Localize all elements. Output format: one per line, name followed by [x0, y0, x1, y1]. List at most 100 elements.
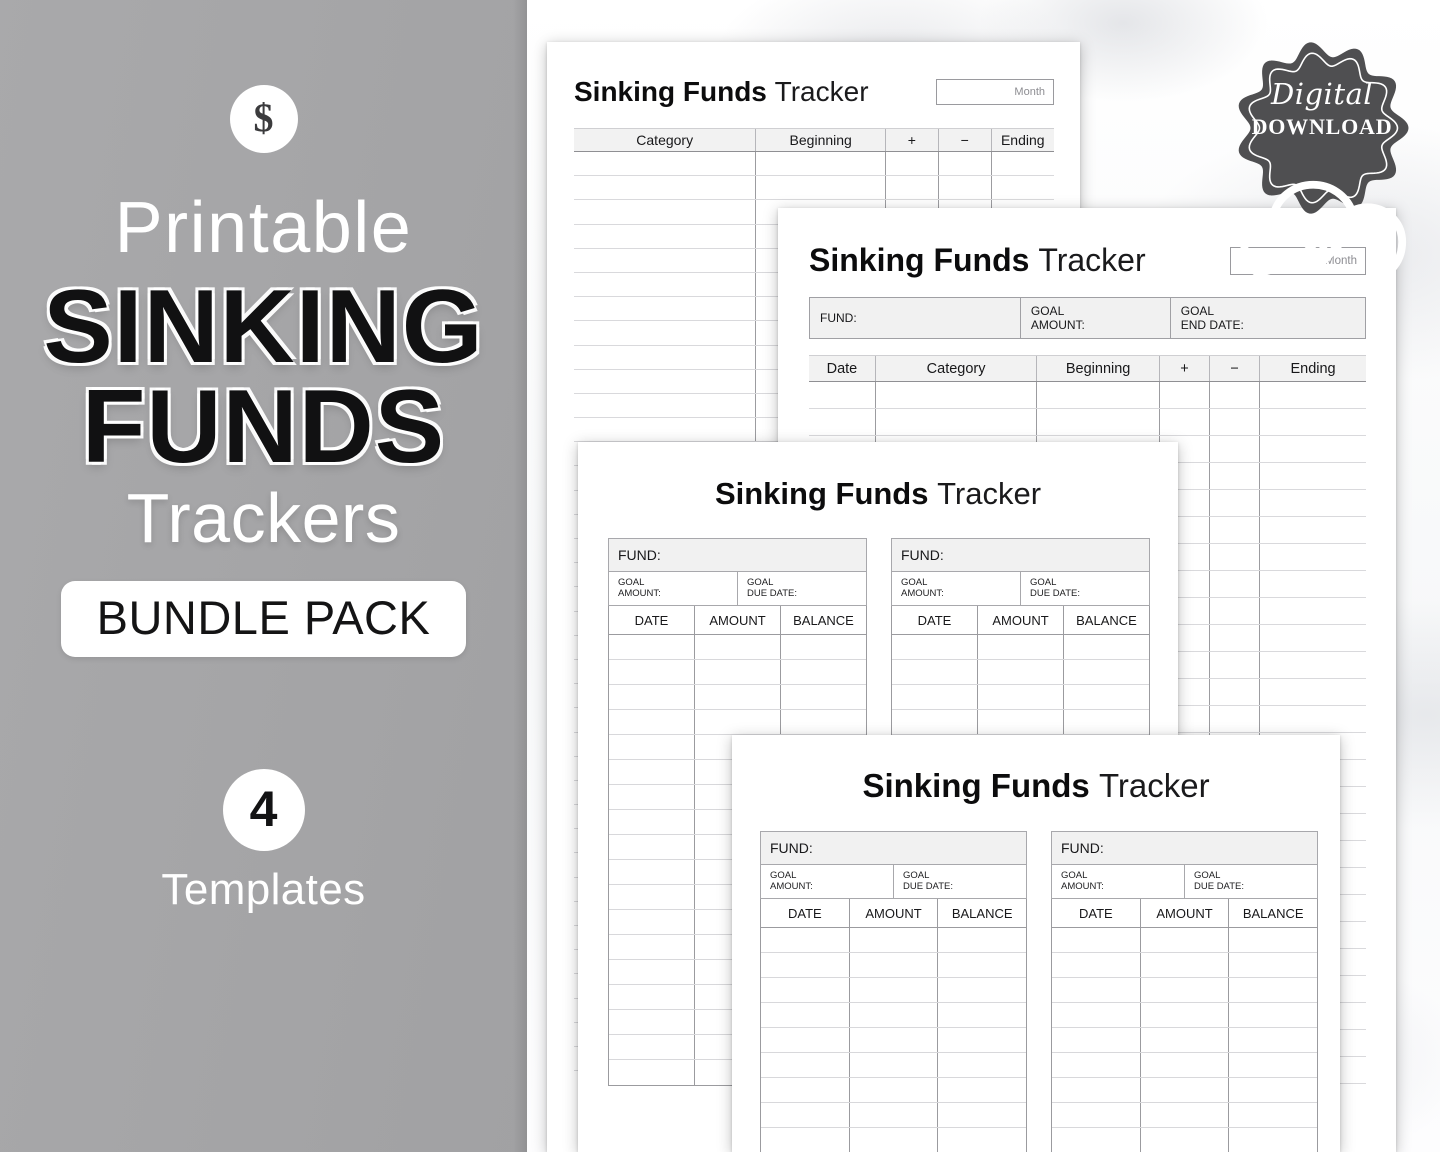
mini-table-cell[interactable] — [1141, 928, 1230, 952]
mini-table-cell[interactable] — [761, 928, 850, 952]
mini-table-cell[interactable] — [761, 1078, 850, 1102]
mini-table-cell[interactable] — [781, 635, 866, 659]
mini-table-cell[interactable] — [1052, 1103, 1141, 1127]
month-input[interactable]: Month — [1230, 246, 1366, 275]
table-cell[interactable] — [1210, 571, 1261, 597]
table-cell[interactable] — [756, 152, 886, 176]
mini-table-cell[interactable] — [1064, 660, 1149, 684]
mini-table-cell[interactable] — [609, 985, 695, 1009]
mini-table-cell[interactable] — [609, 660, 695, 684]
mini-table-cell[interactable] — [1141, 1128, 1230, 1152]
mini-table-row[interactable] — [1052, 1003, 1317, 1028]
mini-table-row[interactable] — [1052, 928, 1317, 953]
table-cell[interactable] — [886, 152, 939, 176]
table-cell[interactable] — [1210, 706, 1261, 732]
table-cell[interactable] — [1037, 409, 1160, 435]
mini-table-row[interactable] — [1052, 1078, 1317, 1103]
mini-table-cell[interactable] — [1229, 953, 1317, 977]
mini-table-cell[interactable] — [1141, 1053, 1230, 1077]
table-cell[interactable] — [1160, 409, 1210, 435]
mini-table-cell[interactable] — [938, 1053, 1026, 1077]
mini-table-cell[interactable] — [609, 860, 695, 884]
mini-table-cell[interactable] — [892, 685, 978, 709]
table-cell[interactable] — [1260, 544, 1366, 570]
mini-table-cell[interactable] — [609, 1035, 695, 1059]
mini-table-cell[interactable] — [609, 785, 695, 809]
mini-table-cell[interactable] — [1229, 1028, 1317, 1052]
table-cell[interactable] — [574, 418, 757, 442]
mini-table-cell[interactable] — [938, 1078, 1026, 1102]
table-cell[interactable] — [1260, 517, 1366, 543]
table-cell[interactable] — [574, 200, 757, 224]
mini-table-cell[interactable] — [609, 885, 695, 909]
table-row[interactable] — [809, 382, 1366, 409]
mini-table-cell[interactable] — [850, 1053, 939, 1077]
mini-table-row[interactable] — [761, 1003, 1026, 1028]
mini-table-row[interactable] — [761, 1028, 1026, 1053]
goal-amount-field[interactable]: GOAL AMOUNT: — [761, 865, 894, 898]
table-cell[interactable] — [1210, 463, 1261, 489]
mini-table-row[interactable] — [761, 978, 1026, 1003]
mini-table-cell[interactable] — [1229, 1078, 1317, 1102]
table-cell[interactable] — [1210, 517, 1261, 543]
mini-table-row[interactable] — [1052, 978, 1317, 1003]
table-cell[interactable] — [1260, 490, 1366, 516]
mini-table-cell[interactable] — [1052, 953, 1141, 977]
mini-table-cell[interactable] — [761, 1103, 850, 1127]
mini-table-cell[interactable] — [609, 1060, 695, 1085]
mini-table-cell[interactable] — [850, 1078, 939, 1102]
mini-table-cell[interactable] — [1229, 1128, 1317, 1152]
mini-table-cell[interactable] — [761, 1053, 850, 1077]
fund-name-input[interactable]: FUND: — [760, 831, 1027, 865]
mini-table-cell[interactable] — [978, 685, 1064, 709]
mini-table-cell[interactable] — [609, 760, 695, 784]
mini-table-cell[interactable] — [781, 660, 866, 684]
mini-table-row[interactable] — [761, 1078, 1026, 1103]
mini-table-cell[interactable] — [1229, 1053, 1317, 1077]
table-cell[interactable] — [574, 393, 757, 418]
mini-table-cell[interactable] — [781, 685, 866, 709]
fund-name-input[interactable]: FUND: — [1051, 831, 1318, 865]
mini-table-cell[interactable] — [781, 710, 866, 734]
mini-table-cell[interactable] — [1052, 1028, 1141, 1052]
mini-table-cell[interactable] — [892, 635, 978, 659]
mini-table-cell[interactable] — [609, 685, 695, 709]
table-cell[interactable] — [574, 176, 757, 200]
mini-table-cell[interactable] — [892, 710, 978, 734]
table-cell[interactable] — [939, 152, 992, 176]
fund-name-input[interactable]: FUND: — [608, 538, 867, 572]
mini-table-cell[interactable] — [761, 1128, 850, 1152]
table-cell[interactable] — [756, 176, 886, 200]
mini-table-cell[interactable] — [978, 660, 1064, 684]
goal-due-date-field[interactable]: GOAL DUE DATE: — [1185, 865, 1317, 898]
table-row[interactable] — [574, 152, 1054, 177]
table-cell[interactable] — [809, 382, 876, 408]
table-cell[interactable] — [574, 321, 757, 345]
goal-amount-field[interactable]: GOAL AMOUNT: — [609, 572, 738, 605]
mini-table-cell[interactable] — [695, 660, 781, 684]
table-cell[interactable] — [574, 224, 757, 248]
table-cell[interactable] — [574, 152, 757, 176]
mini-table-cell[interactable] — [1141, 1003, 1230, 1027]
mini-table-cell[interactable] — [1229, 978, 1317, 1002]
mini-table-cell[interactable] — [938, 978, 1026, 1002]
table-cell[interactable] — [1260, 382, 1366, 408]
mini-table-cell[interactable] — [1064, 685, 1149, 709]
table-cell[interactable] — [1260, 706, 1366, 732]
mini-table-cell[interactable] — [1141, 1103, 1230, 1127]
table-cell[interactable] — [1260, 625, 1366, 651]
mini-table-cell[interactable] — [850, 953, 939, 977]
mini-table-row[interactable] — [1052, 1053, 1317, 1078]
table-cell[interactable] — [1260, 463, 1366, 489]
mini-table-cell[interactable] — [1064, 635, 1149, 659]
mini-table-cell[interactable] — [938, 1128, 1026, 1152]
mini-table-cell[interactable] — [695, 685, 781, 709]
table-cell[interactable] — [1260, 436, 1366, 462]
mini-table-cell[interactable] — [978, 710, 1064, 734]
mini-table-cell[interactable] — [938, 1103, 1026, 1127]
mini-table-row[interactable] — [761, 1128, 1026, 1152]
mini-table-cell[interactable] — [695, 635, 781, 659]
mini-table-cell[interactable] — [892, 660, 978, 684]
mini-table-cell[interactable] — [850, 1128, 939, 1152]
mini-table-row[interactable] — [1052, 1103, 1317, 1128]
